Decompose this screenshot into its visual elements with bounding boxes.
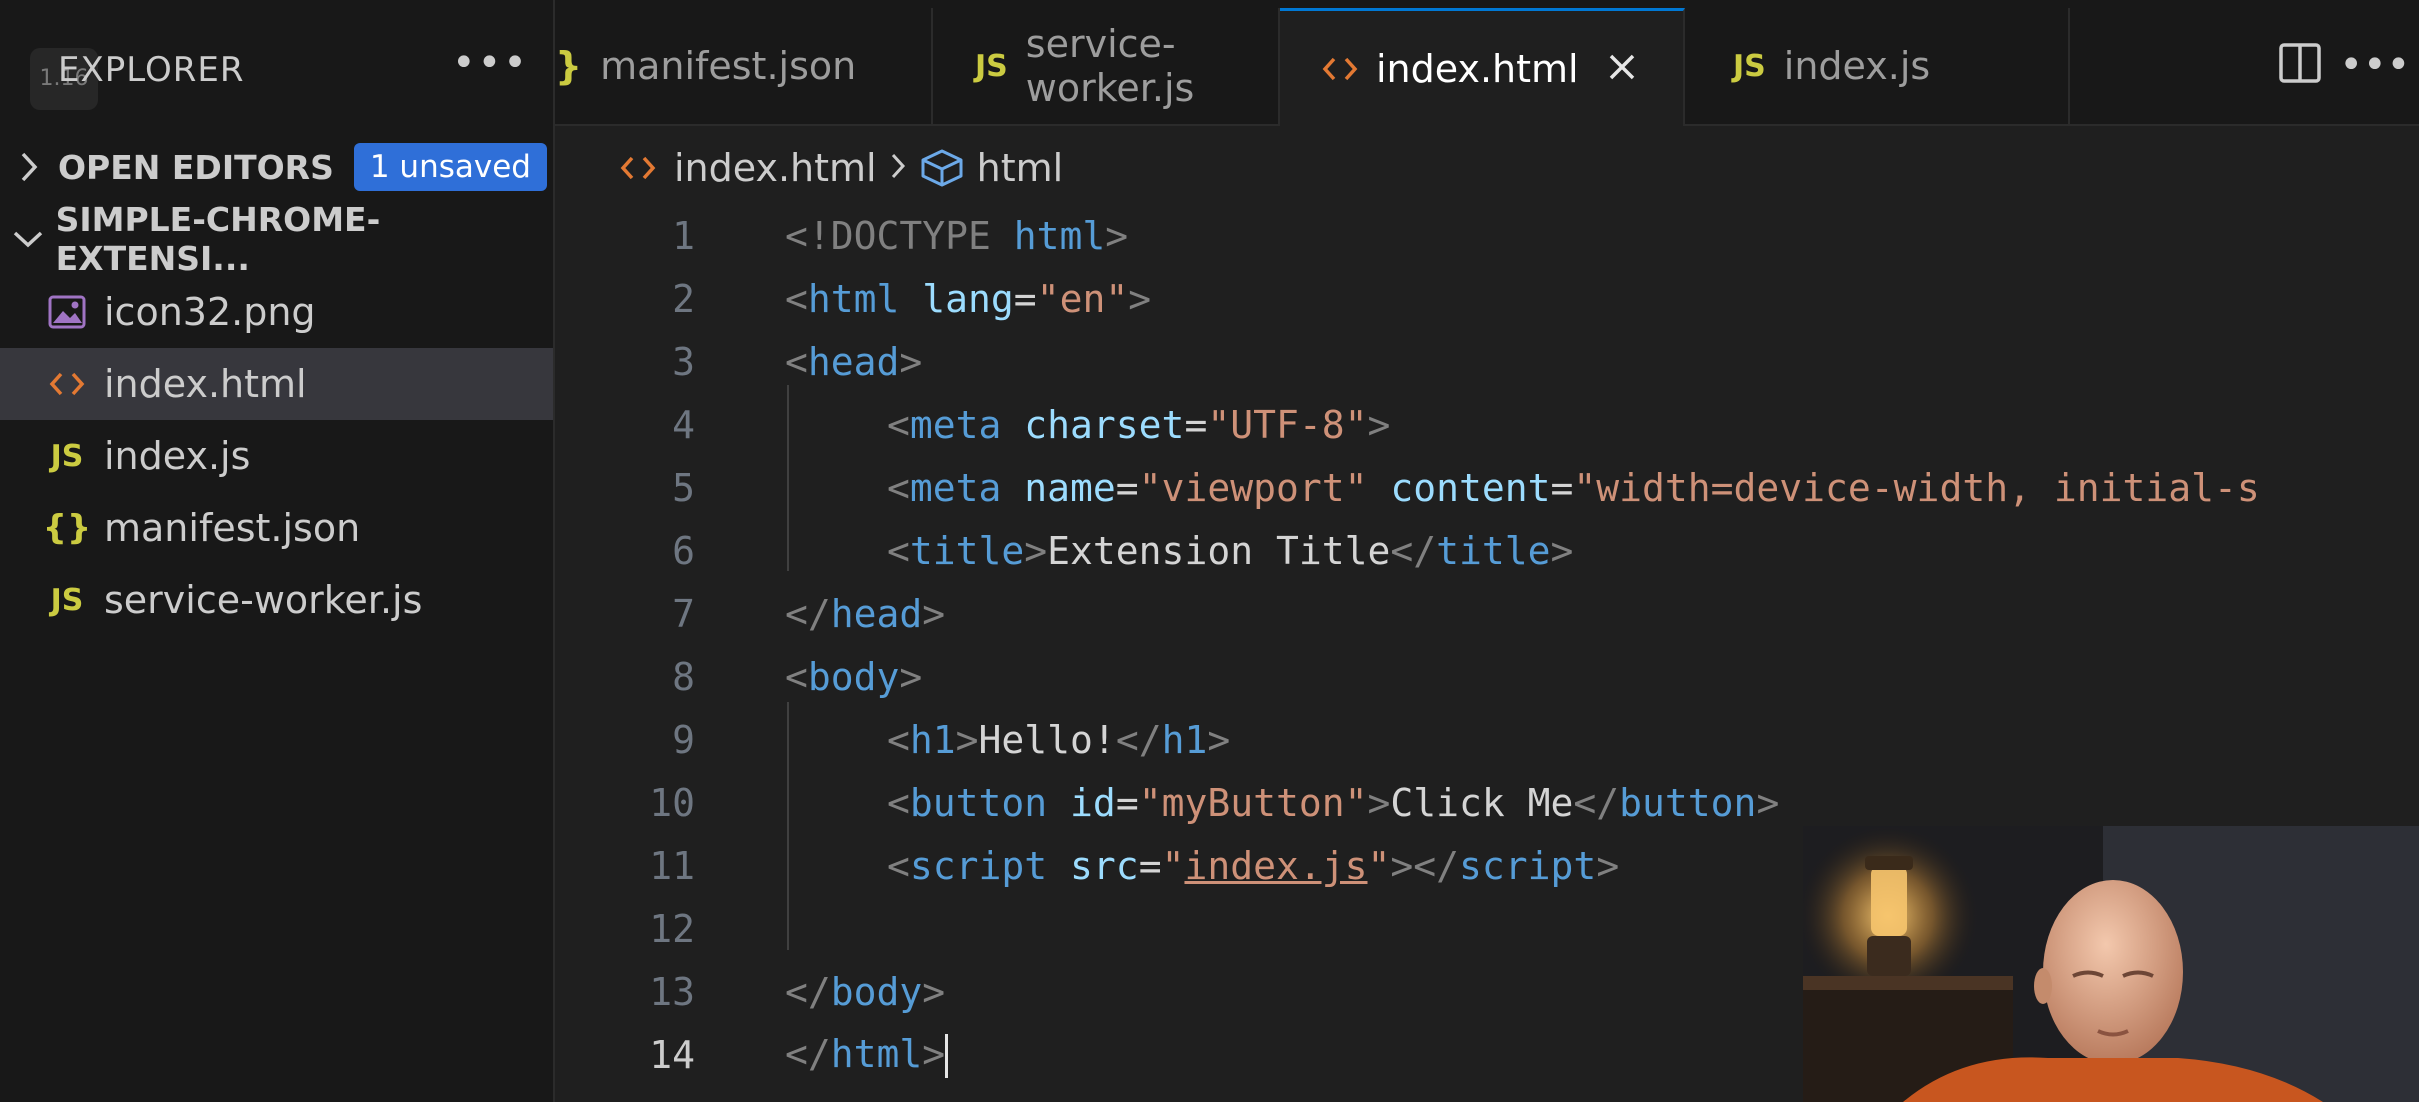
code-line[interactable]: 1 <!DOCTYPE html> [555,205,2419,267]
tab-label: manifest.json [600,44,857,88]
file-item-index-js[interactable]: JS index.js [0,420,553,492]
explorer-header: 1.16 EXPLORER ••• [0,0,553,140]
line-number: 6 [672,529,695,573]
tab-index-html[interactable]: index.html [1280,8,1685,126]
folder-section[interactable]: SIMPLE-CHROME-EXTENSI... [0,200,553,278]
line-content: <meta charset="UTF-8"> [887,403,1391,447]
line-content: <h1>Hello!</h1> [887,718,1231,762]
tab-service-worker-js[interactable]: JS service-worker.js [933,8,1280,124]
code-line[interactable]: 5 <meta name="viewport" content="width=d… [555,457,2419,519]
breadcrumb: index.html html [620,138,1063,198]
file-item-manifest-json[interactable]: {} manifest.json [0,492,553,564]
chevron-down-icon [0,228,56,250]
cube-icon [919,148,965,188]
file-item-icon32-png[interactable]: icon32.png [0,276,553,348]
code-line[interactable]: 10 <button id="myButton">Click Me</butto… [555,772,2419,834]
js-file-icon: JS [50,582,84,618]
image-file-icon [42,295,92,329]
line-number: 11 [649,844,695,888]
explorer-sidebar: 1.16 EXPLORER ••• OPEN EDITORS 1 unsaved… [0,0,555,1102]
chevron-right-icon [889,146,907,190]
line-number: 1 [672,214,695,258]
tab-manifest-json[interactable]: } manifest.json [555,8,933,124]
line-content: </head> [785,592,946,636]
line-content: </body> [785,970,946,1014]
tab-label: index.js [1783,44,1931,88]
json-file-icon: {} [42,508,92,548]
script-src-link[interactable]: index.js [1184,844,1367,888]
line-number: 7 [672,592,695,636]
line-number: 8 [672,655,695,699]
line-content: <!DOCTYPE html> [785,214,1129,258]
file-item-service-worker-js[interactable]: JS service-worker.js [0,564,553,636]
split-editor-icon[interactable] [2278,42,2322,88]
js-file-icon: JS [975,48,1008,84]
js-file-icon: JS [1733,48,1766,84]
code-line[interactable]: 4 <meta charset="UTF-8"> [555,394,2419,456]
line-content: <script src="index.js"></script> [887,844,1620,888]
line-number: 10 [649,781,695,825]
line-number: 12 [649,907,695,951]
code-line[interactable]: 2 <html lang="en"> [555,268,2419,330]
code-line[interactable]: 7 </head> [555,583,2419,645]
code-line[interactable]: 9 <h1>Hello!</h1> [555,709,2419,771]
more-actions-icon[interactable]: ••• [452,40,529,86]
line-content: <html lang="en"> [785,277,1152,321]
file-name: index.html [104,362,307,406]
open-editors-label: OPEN EDITORS [58,147,334,187]
breadcrumb-file[interactable]: index.html [674,146,877,190]
tab-actions: ••• [2269,30,2419,100]
line-content: <body> [785,655,923,699]
line-content: <title>Extension Title</title> [887,529,1574,573]
json-file-icon: } [555,44,583,88]
tab-index-js[interactable]: JS index.js [1685,8,2070,124]
code-line[interactable]: 8 <body> [555,646,2419,708]
line-number: 2 [672,277,695,321]
text-cursor [945,1034,949,1079]
html-file-icon [42,370,92,398]
folder-label: SIMPLE-CHROME-EXTENSI... [55,200,381,278]
editor-tab-bar: } manifest.json JS service-worker.js ind… [555,0,2419,126]
breadcrumb-symbol[interactable]: html [977,146,1064,190]
line-number: 13 [649,970,695,1014]
line-content: </html> [785,1032,949,1079]
file-name: index.js [104,434,251,478]
html-file-icon [1322,47,1358,91]
chevron-right-icon [0,150,58,184]
file-name: service-worker.js [104,578,423,622]
line-number: 14 [649,1033,695,1077]
more-actions-icon[interactable]: ••• [2339,42,2410,88]
file-name: manifest.json [104,506,361,550]
js-file-icon: JS [50,438,84,474]
unsaved-badge: 1 unsaved [353,143,547,191]
file-name: icon32.png [104,290,316,334]
tab-label: index.html [1376,46,1579,91]
webcam-overlay [1803,826,2419,1102]
file-item-index-html[interactable]: index.html [0,348,553,420]
code-line[interactable]: 3 <head> [555,331,2419,393]
line-number: 3 [672,340,695,384]
tab-label: service-worker.js [1025,22,1195,110]
close-icon[interactable] [1607,46,1637,92]
line-content: <head> [785,340,923,384]
line-number: 4 [672,403,695,447]
line-number: 5 [672,466,695,510]
line-number: 9 [672,718,695,762]
code-line[interactable]: 6 <title>Extension Title</title> [555,520,2419,582]
presenter-video [1803,826,2419,1102]
line-content: <meta name="viewport" content="width=dev… [887,466,2260,510]
explorer-title: EXPLORER [58,50,245,90]
open-editors-section[interactable]: OPEN EDITORS 1 unsaved [0,132,553,202]
html-file-icon [620,155,656,181]
line-content: <button id="myButton">Click Me</button> [887,781,1780,825]
